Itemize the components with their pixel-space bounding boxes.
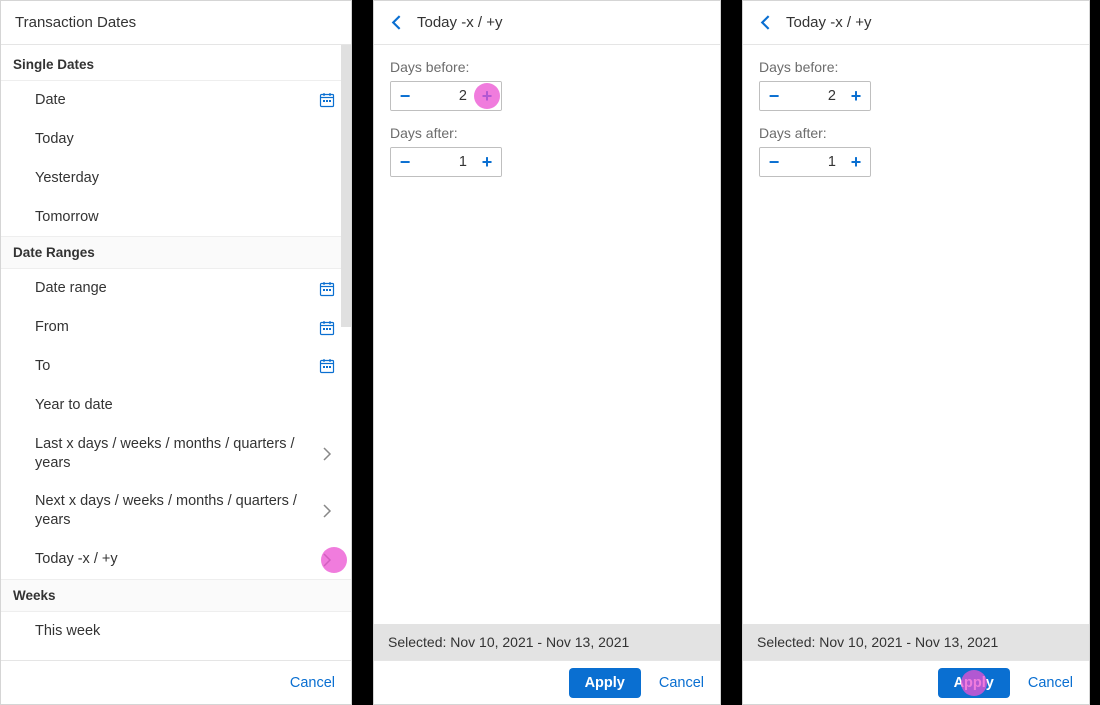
days-before-decrement[interactable]: − [391, 82, 419, 110]
highlight-marker [961, 670, 987, 696]
form-footer: Apply Cancel [743, 660, 1089, 704]
list-item[interactable]: Date [1, 81, 351, 120]
panel-title: Transaction Dates [1, 1, 351, 45]
list-item[interactable]: Today [1, 120, 351, 159]
selected-range-bar: Selected: Nov 10, 2021 - Nov 13, 2021 [374, 624, 720, 660]
transaction-dates-panel: Transaction Dates Single Dates Date Today Y… [0, 0, 352, 705]
scrollbar[interactable] [341, 45, 351, 327]
days-before-value[interactable]: 2 [788, 82, 842, 110]
list-item-label: Year to date [35, 396, 337, 415]
calendar-icon[interactable] [317, 358, 337, 374]
days-after-increment[interactable]: + [842, 148, 870, 176]
days-after-decrement[interactable]: − [391, 148, 419, 176]
days-before-decrement[interactable]: − [760, 82, 788, 110]
list-item-label: Next x days / weeks / months / quarters … [35, 492, 317, 530]
days-after-label: Days after: [759, 125, 1073, 141]
calendar-icon[interactable] [317, 92, 337, 108]
days-before-increment[interactable]: + [473, 82, 501, 110]
list-item[interactable]: Next x days / weeks / months / quarters … [1, 482, 351, 540]
form-footer: Apply Cancel [374, 660, 720, 704]
list-item[interactable]: Year to date [1, 386, 351, 425]
list-item-label: Today -x / +y [35, 550, 317, 569]
days-before-label: Days before: [390, 59, 704, 75]
today-xy-panel-step2: Today -x / +yDays before:−2+Days after:−… [742, 0, 1090, 705]
list-item[interactable]: Tomorrow [1, 198, 351, 237]
days-before-stepper: −2+ [759, 81, 871, 111]
days-after-field: Days after: −1+ [390, 125, 704, 177]
days-after-field: Days after: −1+ [759, 125, 1073, 177]
apply-button[interactable]: Apply [569, 668, 641, 698]
form-body: Days before:−2+Days after:−1+ [743, 45, 1089, 624]
list-item-label: To [35, 357, 317, 376]
days-after-value[interactable]: 1 [788, 148, 842, 176]
form-header: Today -x / +y [374, 1, 720, 45]
group-header: Weeks [1, 580, 351, 612]
days-before-increment[interactable]: + [842, 82, 870, 110]
list-item[interactable]: Last x days / weeks / months / quarters … [1, 425, 351, 483]
list-item[interactable]: This week [1, 612, 351, 651]
today-xy-panel-step1: Today -x / +yDays before:−2+Days after:−… [373, 0, 721, 705]
days-after-decrement[interactable]: − [760, 148, 788, 176]
days-after-increment[interactable]: + [473, 148, 501, 176]
cancel-button[interactable]: Cancel [1026, 671, 1075, 695]
cancel-button[interactable]: Cancel [657, 671, 706, 695]
days-before-stepper: −2+ [390, 81, 502, 111]
back-button[interactable] [388, 13, 407, 32]
panel1-footer: Cancel [1, 660, 351, 704]
list-item[interactable]: Today -x / +y [1, 540, 351, 579]
back-button[interactable] [757, 13, 776, 32]
list-item-label: Today [35, 130, 337, 149]
list-item-label: Last x days / weeks / months / quarters … [35, 435, 317, 473]
days-after-value[interactable]: 1 [419, 148, 473, 176]
options-scroll[interactable]: Single Dates Date Today Yesterday Tomorrow Da… [1, 45, 351, 660]
list-item-label: Yesterday [35, 169, 337, 188]
form-body: Days before:−2+Days after:−1+ [374, 45, 720, 624]
form-title: Today -x / +y [786, 14, 871, 31]
list-item[interactable]: From [1, 308, 351, 347]
list-item[interactable]: Last week [1, 651, 351, 660]
days-after-label: Days after: [390, 125, 704, 141]
list-item-label: Date range [35, 279, 317, 298]
calendar-icon[interactable] [317, 281, 337, 297]
calendar-icon[interactable] [317, 320, 337, 336]
list-item[interactable]: To [1, 347, 351, 386]
group-header: Date Ranges [1, 237, 351, 269]
selected-range-bar: Selected: Nov 10, 2021 - Nov 13, 2021 [743, 624, 1089, 660]
cancel-button[interactable]: Cancel [288, 671, 337, 695]
days-before-value[interactable]: 2 [419, 82, 473, 110]
form-title: Today -x / +y [417, 14, 502, 31]
chevron-right-icon [317, 553, 337, 567]
panel-title-text: Transaction Dates [15, 14, 136, 31]
list-item[interactable]: Date range [1, 269, 351, 308]
group-header: Single Dates [1, 45, 351, 81]
form-header: Today -x / +y [743, 1, 1089, 45]
list-item-label: Tomorrow [35, 208, 337, 227]
list-item-label: From [35, 318, 317, 337]
highlight-marker [474, 83, 500, 109]
list-item[interactable]: Yesterday [1, 159, 351, 198]
chevron-right-icon [317, 504, 337, 518]
days-after-stepper: −1+ [390, 147, 502, 177]
apply-button[interactable]: Apply [938, 668, 1010, 698]
list-item-label: Date [35, 91, 317, 110]
list-item-label: This week [35, 622, 337, 641]
days-before-field: Days before: −2+ [759, 59, 1073, 111]
days-before-label: Days before: [759, 59, 1073, 75]
days-before-field: Days before: −2+ [390, 59, 704, 111]
days-after-stepper: −1+ [759, 147, 871, 177]
chevron-right-icon [317, 447, 337, 461]
